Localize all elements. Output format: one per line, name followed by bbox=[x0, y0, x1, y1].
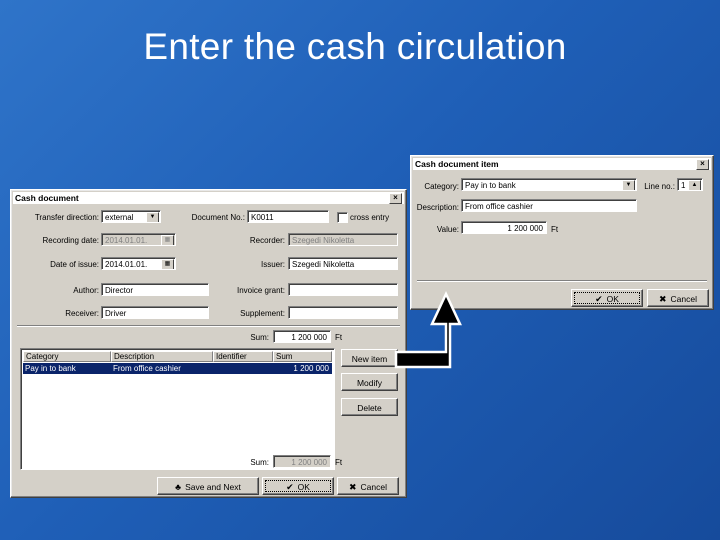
connector-arrow bbox=[394, 291, 462, 369]
arrow-shape bbox=[394, 291, 462, 369]
